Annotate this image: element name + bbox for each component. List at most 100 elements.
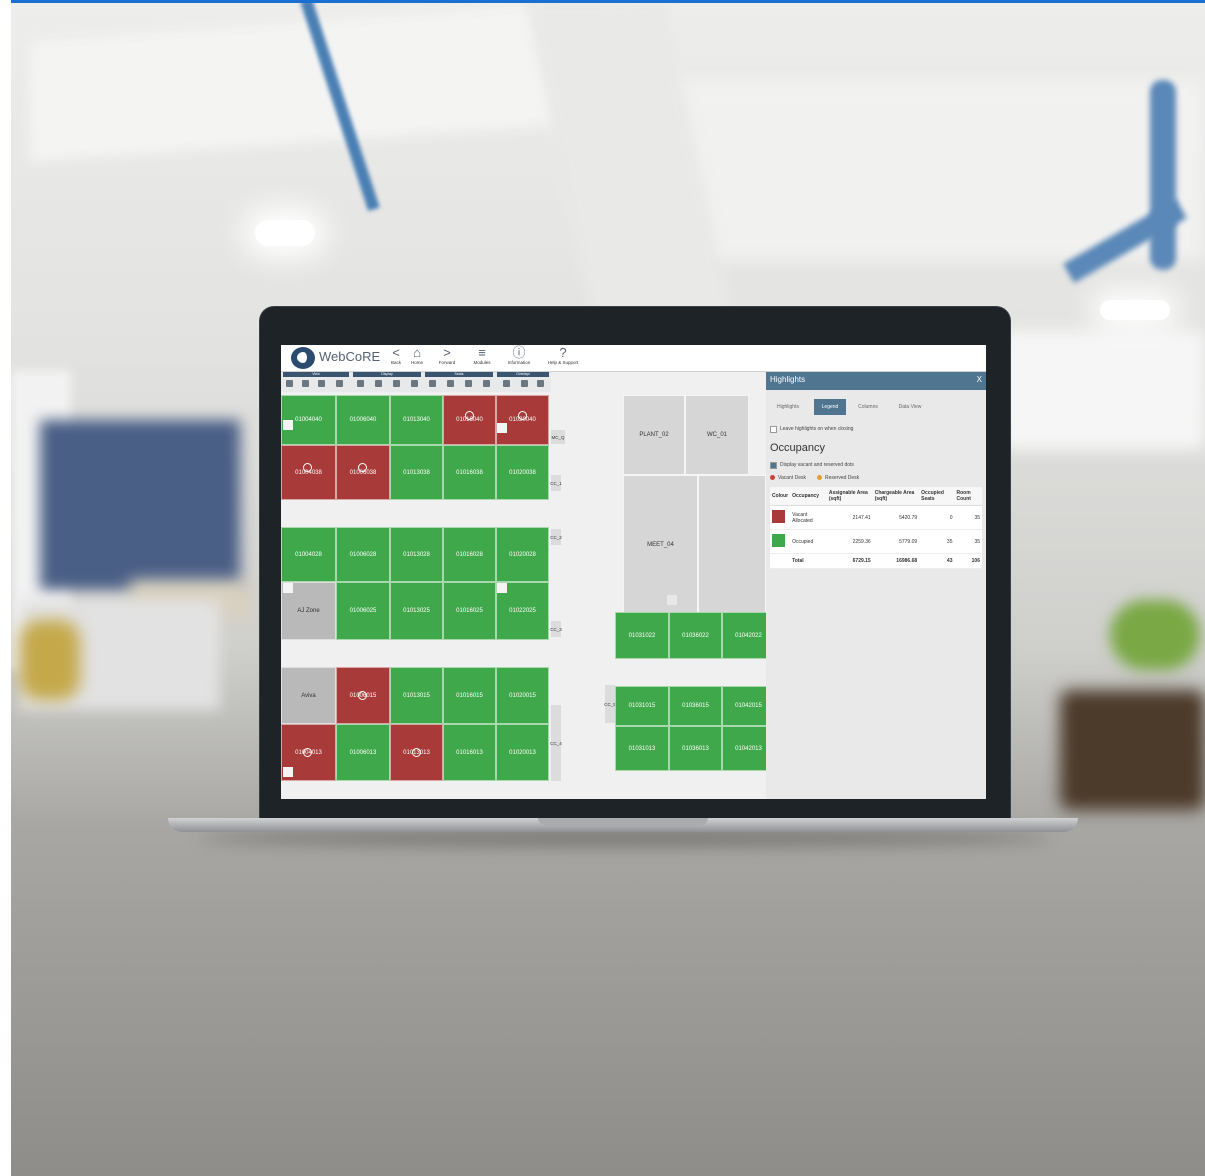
tab-legend[interactable]: Legend <box>814 399 846 415</box>
pan-icon[interactable] <box>336 380 343 387</box>
panel-header: Highlights X <box>766 372 986 390</box>
desk-cell[interactable]: 01036013 <box>669 726 722 771</box>
modules-button[interactable]: ≡ Modules <box>465 346 499 370</box>
panel-title: Highlights <box>770 375 806 384</box>
desk-cell[interactable]: 01016028 <box>443 527 496 582</box>
desk-cell[interactable]: 01006040 <box>336 395 390 445</box>
yellow-chair <box>20 620 80 700</box>
table-total-row: Total 6729.15 16986.68 43 106 <box>770 553 982 569</box>
vacant-desk-label: Vacant Desk <box>778 475 806 481</box>
desk-cell[interactable]: 01031013 <box>615 726 669 771</box>
desk-cell[interactable]: 01006025 <box>336 582 390 640</box>
vacant-dot <box>303 748 312 757</box>
reserved-desk-icon <box>817 475 822 480</box>
desk-cell[interactable]: 01016015 <box>443 667 496 724</box>
desk-cell[interactable]: 01016013 <box>443 724 496 781</box>
information-button[interactable]: ⓘ Information <box>502 346 536 370</box>
desk-cell[interactable]: 01006028 <box>336 527 390 582</box>
ceiling-lamp <box>255 220 315 246</box>
laptop-notch <box>538 818 708 825</box>
table-row[interactable]: Occupied 2259.36 5779.09 35 35 <box>770 529 982 554</box>
display-icon[interactable] <box>357 380 364 387</box>
zoom-out-icon[interactable] <box>318 380 325 387</box>
desk-cell[interactable]: 01020040 <box>496 395 549 445</box>
desk-cell[interactable]: 01006013 <box>336 724 390 781</box>
strip-label: CC_5 <box>604 685 616 723</box>
highlights-panel: Highlights X Highlights Legend Columns D… <box>766 372 986 799</box>
blue-wall <box>40 420 240 590</box>
desk-cell[interactable]: 01020015 <box>496 667 549 724</box>
desk-cell[interactable]: 01036015 <box>669 686 722 726</box>
desk-cell[interactable]: 01016038 <box>443 445 496 500</box>
zoom-fit-icon[interactable] <box>286 380 293 387</box>
seat-chart-icon[interactable] <box>483 380 490 387</box>
desk-cell[interactable]: 01020038 <box>496 445 549 500</box>
left-border <box>0 0 11 1176</box>
strip-label: MC_Q <box>551 430 565 444</box>
home-button[interactable]: ⌂ Home <box>400 346 434 370</box>
laptop-screen: WebCoRE < Back ⌂ Home > Forward ≡ Module… <box>281 345 986 799</box>
grid-icon[interactable] <box>411 380 418 387</box>
desk-cell[interactable]: 01013015 <box>390 667 443 724</box>
desk-marker <box>497 423 507 433</box>
desk-cell[interactable]: 01031015 <box>615 686 669 726</box>
vacant-desk-icon <box>770 475 775 480</box>
blue-duct <box>1150 80 1176 270</box>
desk-cell[interactable]: 01004038 <box>281 445 336 500</box>
desk-cell[interactable]: 01020013 <box>496 724 549 781</box>
close-icon[interactable]: X <box>977 375 982 384</box>
table-header-row: Colour Occupancy Assignable Area (sqft) … <box>770 487 982 506</box>
info-icon: ⓘ <box>512 345 526 360</box>
tab-columns[interactable]: Columns <box>852 399 884 415</box>
room-wc[interactable]: WC_01 <box>685 395 749 475</box>
desk-cell[interactable]: 01006038 <box>336 445 390 500</box>
tab-highlights[interactable]: Highlights <box>772 399 804 415</box>
desk-cell[interactable]: 01013028 <box>390 527 443 582</box>
desk-cell[interactable]: 01020028 <box>496 527 549 582</box>
marker-icon[interactable] <box>521 380 528 387</box>
help-support-button[interactable]: ? Help & Support <box>546 346 580 370</box>
desk-cell[interactable]: 01016025 <box>443 582 496 640</box>
desk-cell[interactable]: 01031022 <box>615 612 669 659</box>
vacant-dot <box>412 748 421 757</box>
display-dots-checkbox[interactable] <box>770 462 777 469</box>
armchair <box>1060 690 1205 810</box>
pencil-icon[interactable] <box>503 380 510 387</box>
toolbar: View Display Seats Overlays <box>281 372 551 392</box>
forward-button[interactable]: > Forward <box>430 346 464 370</box>
gear-icon[interactable] <box>537 380 544 387</box>
desk-cell[interactable]: 01036022 <box>669 612 722 659</box>
webcore-logo-icon <box>291 347 315 369</box>
desk-cell[interactable]: 01013038 <box>390 445 443 500</box>
seat-move-icon[interactable] <box>465 380 472 387</box>
ceiling-lamp-right <box>1100 300 1170 320</box>
desk-cell[interactable]: 01016040 <box>443 395 496 445</box>
app-header: WebCoRE < Back ⌂ Home > Forward ≡ Module… <box>281 345 986 372</box>
fill-icon[interactable] <box>393 380 400 387</box>
floor-plan: 01004040 01006040 01013040 01016040 0102… <box>281 395 775 799</box>
laptop-shadow <box>200 830 1050 846</box>
vacant-dot <box>303 463 312 472</box>
help-icon: ? <box>559 345 567 360</box>
desk-cell[interactable]: 01013040 <box>390 395 443 445</box>
zone-cell[interactable]: Aviva <box>281 667 336 724</box>
occupancy-table: Colour Occupancy Assignable Area (sqft) … <box>770 487 982 569</box>
seat-select-icon[interactable] <box>429 380 436 387</box>
desk-marker <box>283 420 293 430</box>
leave-highlights-checkbox[interactable] <box>770 426 777 433</box>
zoom-in-icon[interactable] <box>302 380 309 387</box>
layer-icon[interactable] <box>375 380 382 387</box>
seat-list-icon[interactable] <box>447 380 454 387</box>
toolbar-group-display: Display <box>353 372 421 377</box>
table-row[interactable]: Vacant Allocated 2147.41 5420.79 0 35 <box>770 505 982 530</box>
room-meet[interactable]: MEET_04 <box>623 475 698 615</box>
window-light <box>1000 330 1205 450</box>
desk-cell[interactable]: 01013025 <box>390 582 443 640</box>
vacant-dot <box>358 463 367 472</box>
occupancy-title: Occupancy <box>770 442 826 454</box>
desk-cell[interactable]: 01004028 <box>281 527 336 582</box>
strip-label: CC_3 <box>550 621 562 637</box>
room-plant[interactable]: PLANT_02 <box>623 395 685 475</box>
vacant-colour-swatch <box>772 510 785 523</box>
tab-data-view[interactable]: Data View <box>890 399 930 415</box>
